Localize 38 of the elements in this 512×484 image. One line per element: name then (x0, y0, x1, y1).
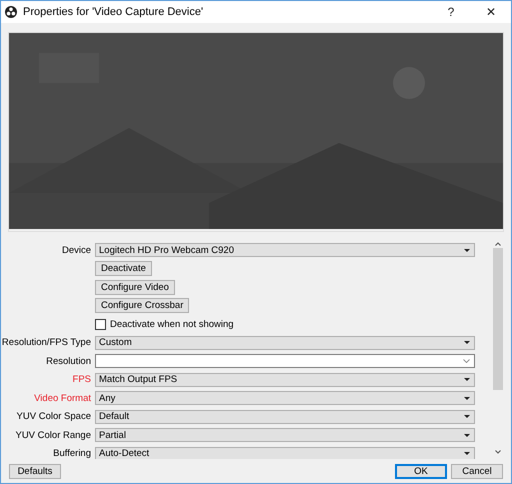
field-label: Device (62, 244, 91, 256)
property-button[interactable]: Configure Crossbar (95, 298, 190, 314)
window-title: Properties for 'Video Capture Device' (23, 6, 204, 18)
caret-down-icon (464, 452, 470, 456)
dropdown[interactable]: Custom (95, 336, 475, 350)
dropdown[interactable]: Match Output FPS (95, 372, 475, 387)
caret-down-icon (464, 434, 470, 437)
combo-field[interactable] (95, 354, 475, 368)
field-label: Resolution (46, 356, 91, 367)
caret-down-icon (464, 378, 470, 382)
chevron-down-icon (463, 359, 470, 364)
scroll-up-icon[interactable] (495, 242, 501, 246)
field-label: FPS (72, 374, 91, 386)
checkbox-label: Deactivate when not showing (110, 318, 234, 330)
defaults-button[interactable]: Defaults (9, 464, 61, 478)
field-label: Video Format (34, 392, 91, 404)
help-button[interactable]: ? (431, 5, 471, 19)
dropdown[interactable]: Default (95, 410, 475, 424)
caret-down-icon (464, 248, 470, 252)
field-label: Buffering (53, 448, 91, 459)
ok-button[interactable]: OK (395, 464, 447, 478)
close-button[interactable]: ✕ (471, 5, 511, 19)
dropdown[interactable]: Logitech HD Pro Webcam C920 (95, 243, 475, 258)
caret-down-icon (464, 341, 470, 344)
field-label: Resolution/FPS Type (2, 337, 91, 348)
cancel-button[interactable]: Cancel (451, 464, 503, 478)
scroll-down-icon[interactable] (495, 450, 501, 454)
field-label: YUV Color Range (15, 430, 91, 441)
caret-down-icon (464, 396, 470, 400)
caret-down-icon (464, 415, 470, 418)
property-button[interactable]: Deactivate (95, 261, 152, 276)
dropdown[interactable]: Auto-Detect (95, 446, 475, 459)
checkbox[interactable] (95, 318, 106, 330)
dropdown[interactable]: Any (95, 391, 475, 406)
dropdown[interactable]: Partial (95, 428, 475, 442)
app-logo-icon (5, 6, 17, 18)
field-label: YUV Color Space (16, 411, 91, 422)
property-button[interactable]: Configure Video (95, 280, 175, 295)
